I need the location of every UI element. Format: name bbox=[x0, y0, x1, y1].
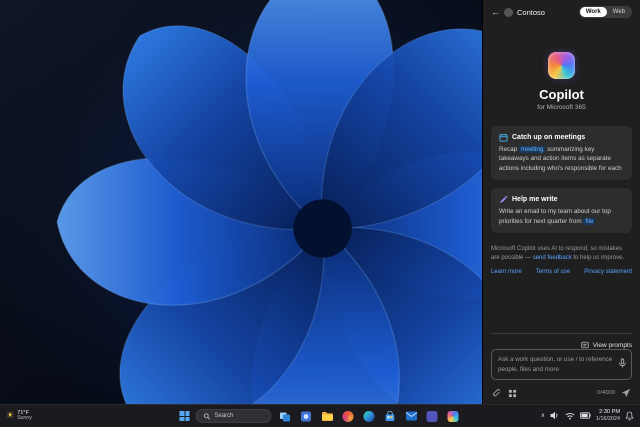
prompt-cards: Catch up on meetings Recap meeting summa… bbox=[491, 126, 632, 234]
start-button[interactable] bbox=[179, 411, 190, 421]
view-prompts-label: View prompts bbox=[592, 341, 632, 349]
clock-time: 2:30 PM bbox=[599, 409, 620, 416]
card-title-row: Catch up on meetings bbox=[499, 133, 624, 142]
pencil-icon bbox=[500, 196, 508, 203]
work-web-toggle: Work Web bbox=[578, 6, 632, 18]
copilot-header: ← Contoso Work Web bbox=[491, 6, 632, 18]
disclaimer-post: to help us improve. bbox=[571, 254, 625, 261]
chat-input-placeholder: Ask a work question, or use / to referen… bbox=[498, 356, 613, 373]
apps-grid-icon[interactable] bbox=[508, 389, 517, 398]
card-catch-up-on-meetings[interactable]: Catch up on meetings Recap meeting summa… bbox=[491, 126, 632, 181]
copilot-taskbar-icon[interactable] bbox=[446, 409, 461, 424]
copilot-logo-icon bbox=[548, 52, 575, 79]
card-text-highlight[interactable]: meeting bbox=[518, 146, 546, 153]
composer-divider bbox=[491, 333, 632, 335]
legal-links: Learn more Terms of use Privacy statemen… bbox=[491, 269, 632, 275]
card-text-pre: Recap bbox=[499, 146, 519, 153]
send-icon[interactable] bbox=[621, 388, 631, 398]
outlook-icon[interactable] bbox=[404, 409, 419, 424]
volume-icon[interactable] bbox=[550, 411, 560, 420]
card-title-row: Help me write bbox=[499, 195, 624, 204]
card-body: Write an email to my team about our top … bbox=[499, 207, 624, 226]
system-tray: ∧ 2:30 PM 1/16/2024 bbox=[541, 409, 634, 423]
tab-web[interactable]: Web bbox=[607, 7, 631, 17]
privacy-statement-link[interactable]: Privacy statement bbox=[584, 269, 632, 275]
contoso-logo bbox=[504, 7, 513, 17]
taskbar-center: Search bbox=[179, 405, 461, 427]
back-icon[interactable]: ← bbox=[491, 7, 500, 17]
widgets-icon[interactable] bbox=[299, 409, 314, 424]
card-help-me-write[interactable]: Help me write Write an email to my team … bbox=[491, 188, 632, 234]
ai-disclaimer: Microsoft Copilot uses AI to respond, so… bbox=[491, 245, 632, 262]
attach-icon[interactable] bbox=[492, 388, 502, 398]
prompts-list-icon bbox=[581, 342, 589, 349]
clock-date: 1/16/2024 bbox=[596, 416, 620, 423]
weather-text: 71°F Sunny bbox=[17, 410, 32, 422]
search-icon bbox=[203, 412, 211, 420]
card-text-highlight[interactable]: file bbox=[583, 217, 596, 225]
card-body: Recap meeting summarizing key takeaways … bbox=[499, 145, 624, 173]
copilot-title: Copilot bbox=[539, 87, 584, 102]
brand-name: Contoso bbox=[517, 7, 545, 17]
view-prompts-button[interactable]: View prompts bbox=[491, 341, 632, 349]
store-icon[interactable] bbox=[383, 409, 398, 424]
copilot-subtitle: for Microsoft 365 bbox=[537, 104, 586, 111]
calendar-icon bbox=[499, 133, 508, 142]
taskbar-clock[interactable]: 2:30 PM 1/16/2024 bbox=[596, 409, 620, 423]
copilot-branding: Copilot for Microsoft 365 bbox=[491, 52, 632, 111]
photos-icon[interactable] bbox=[341, 409, 356, 424]
learn-more-link[interactable]: Learn more bbox=[491, 269, 522, 275]
hidden-icons-chevron[interactable]: ∧ bbox=[541, 412, 545, 419]
terms-of-use-link[interactable]: Terms of use bbox=[536, 269, 570, 275]
edge-icon[interactable] bbox=[362, 409, 377, 424]
card-title: Help me write bbox=[512, 196, 558, 204]
weather-widget[interactable]: ☀ 71°F Sunny bbox=[6, 410, 32, 422]
sun-icon: ☀ bbox=[6, 410, 15, 421]
tab-work[interactable]: Work bbox=[579, 7, 607, 17]
weather-condition: Sunny bbox=[17, 415, 32, 422]
send-feedback-link[interactable]: send feedback bbox=[533, 255, 572, 261]
notification-bell-icon[interactable] bbox=[625, 411, 634, 421]
chat-input[interactable]: Ask a work question, or use / to referen… bbox=[491, 349, 632, 380]
taskbar-search[interactable]: Search bbox=[195, 409, 272, 423]
microphone-icon[interactable] bbox=[618, 358, 627, 369]
char-counter: 0/4000 bbox=[597, 390, 615, 396]
wifi-icon[interactable] bbox=[565, 412, 575, 420]
composer-area: View prompts Ask a work question, or use… bbox=[491, 325, 632, 398]
taskbar: ☀ 71°F Sunny Search ∧ 2:30 PM 1/16/2024 bbox=[0, 404, 640, 427]
file-explorer-icon[interactable] bbox=[320, 409, 335, 424]
copilot-panel: ← Contoso Work Web Copilot for Microsoft… bbox=[482, 0, 640, 404]
search-label: Search bbox=[214, 413, 234, 419]
screen: ← Contoso Work Web Copilot for Microsoft… bbox=[0, 0, 640, 427]
task-view-icon[interactable] bbox=[278, 409, 293, 424]
teams-icon[interactable] bbox=[425, 409, 440, 424]
battery-icon[interactable] bbox=[580, 412, 591, 420]
composer-toolbar: 0/4000 bbox=[491, 386, 632, 398]
card-title: Catch up on meetings bbox=[512, 134, 586, 141]
